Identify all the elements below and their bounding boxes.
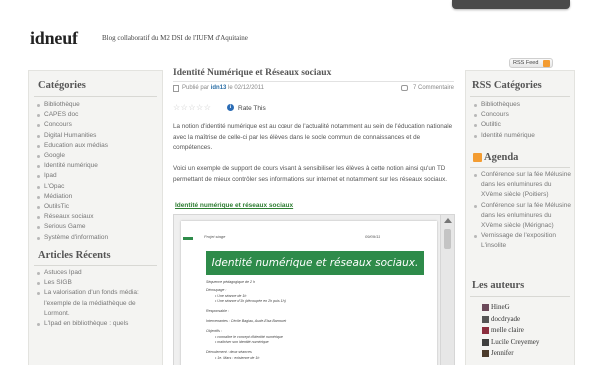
authors-list: HineG docdryade melle claire Lucile Crey…: [482, 302, 539, 360]
rss-feed-button[interactable]: RSS Feed: [509, 58, 554, 68]
post-meta: Publié par idn13 le 02/12/2011 7 Comment…: [173, 84, 454, 93]
document-icon: [173, 85, 179, 92]
viewer-scrollbar[interactable]: [440, 215, 454, 365]
agenda-item[interactable]: Conférence sur la fée Mélusine dans les …: [473, 201, 573, 232]
author-item[interactable]: Lucile Creyemey: [482, 337, 539, 349]
embedded-document-viewer[interactable]: Projet stage 09/09/11 Identité numérique…: [173, 214, 455, 365]
divider: [470, 167, 570, 168]
top-bar: [452, 0, 570, 9]
post-date: le 02/12/2011: [228, 85, 264, 91]
recent-article-item[interactable]: L'Ipad en bibliothèque : quels: [36, 319, 160, 329]
agenda-list: Conférence sur la fée Mélusine dans les …: [473, 170, 573, 252]
authors-heading: Les auteurs: [472, 280, 525, 291]
scroll-up-icon[interactable]: [444, 218, 452, 223]
page-header-date: 09/09/11: [365, 234, 381, 239]
rss-category-item[interactable]: Outiltic: [473, 120, 535, 130]
post-paragraph: La notion d'identité numérique est au cœ…: [173, 123, 453, 151]
author-item[interactable]: Jennifer: [482, 348, 539, 360]
page-text-line: • connaître le concept d'identité numéri…: [215, 335, 283, 339]
author-item[interactable]: melle claire: [482, 325, 539, 337]
avatar: [482, 327, 489, 334]
category-item[interactable]: Identité numérique: [36, 161, 108, 171]
page-text-line: • maîtriser son identité numérique: [215, 340, 269, 344]
page-text-line: • Une séance de 1h: [215, 294, 247, 298]
recent-article-item[interactable]: La valorisation d'un fonds média: l'exem…: [36, 288, 160, 319]
agenda-item[interactable]: Vernissage de l'exposition L'insolite: [473, 231, 573, 251]
divider: [34, 265, 157, 266]
divider: [173, 81, 454, 82]
divider: [34, 96, 157, 97]
rss-icon: [543, 60, 551, 67]
rss-category-item[interactable]: Identité numérique: [473, 131, 535, 141]
avatar: [482, 304, 489, 311]
page-text-line: Découpage :: [206, 288, 227, 292]
recent-article-item[interactable]: Les SIGB: [36, 278, 160, 288]
published-by-label: Publié par: [182, 85, 210, 91]
divider: [470, 296, 570, 297]
recent-articles-list: Astuces Ipad Les SIGB La valorisation d'…: [36, 268, 160, 329]
category-item[interactable]: OutilsTic: [36, 202, 108, 212]
post-paragraph: Voici un exemple de support de cours vis…: [173, 165, 448, 183]
scrollbar-thumb[interactable]: [444, 229, 451, 249]
category-item[interactable]: Système d'information: [36, 233, 108, 243]
rss-categories-list: Bibliothèques Concours Outiltic Identité…: [473, 100, 535, 141]
page-text-line: Responsable :: [206, 309, 229, 313]
page-text-line: • Une séance d'1h (découpée en 2h puis 1…: [215, 299, 286, 303]
avatar: [482, 350, 489, 357]
page-header-label: Projet stage: [204, 234, 226, 239]
category-item[interactable]: Concours: [36, 120, 108, 130]
page-text-line: Déroulement : deux séances: [206, 350, 252, 354]
category-item[interactable]: Ipad: [36, 171, 108, 181]
agenda-heading: Agenda: [484, 152, 519, 163]
page-text-line: Séquence pédagogique de 2 h: [206, 280, 255, 284]
categories-list: Bibliothèque CAPES doc Concours Digital …: [36, 100, 108, 243]
avatar: [482, 338, 489, 346]
rss-categories-heading: RSS Catégories: [472, 80, 542, 91]
agenda-item[interactable]: Conférence sur la fée Mélusine dans les …: [473, 170, 573, 201]
rss-feed-label: RSS Feed: [513, 60, 539, 66]
site-title[interactable]: idneuf: [30, 28, 78, 49]
rss-category-item[interactable]: Bibliothèques: [473, 100, 535, 110]
page-text-line: • 1e. Mars : existence de 1h: [215, 356, 260, 360]
category-item[interactable]: L'Opac: [36, 182, 108, 192]
rss-icon: [473, 153, 482, 162]
page-accent-bar: [183, 237, 193, 240]
post-title[interactable]: Identité Numérique et Réseaux sociaux: [173, 68, 331, 78]
site-description: Blog collaboratif du M2 DSI de l'IUFM d'…: [102, 34, 248, 42]
recent-articles-heading: Articles Récents: [38, 250, 111, 261]
comment-bubble-icon: [401, 85, 408, 91]
rating-stars[interactable]: ☆☆☆☆☆: [173, 103, 211, 112]
comments-link[interactable]: 7 Commentaire: [413, 84, 454, 93]
category-item[interactable]: Bibliothèque: [36, 100, 108, 110]
page-title-banner: Identité numérique et réseaux sociaux.: [206, 251, 424, 275]
page-text-line: Intervenantes : Cécile Bagiau, Aude-Elsa…: [206, 319, 287, 323]
category-item[interactable]: Médiation: [36, 192, 108, 202]
document-link[interactable]: Identité numérique et réseaux sociaux: [175, 202, 293, 209]
category-item[interactable]: Education aux médias: [36, 141, 108, 151]
avatar: [482, 315, 489, 323]
document-page: Projet stage 09/09/11 Identité numérique…: [181, 221, 437, 365]
rss-category-item[interactable]: Concours: [473, 110, 535, 120]
rate-this-label: Rate This: [238, 105, 266, 112]
recent-article-item[interactable]: Astuces Ipad: [36, 268, 160, 278]
divider: [470, 96, 570, 97]
categories-heading: Catégories: [38, 80, 86, 91]
post-author-link[interactable]: idn13: [211, 85, 227, 91]
category-item[interactable]: CAPES doc: [36, 110, 108, 120]
category-item[interactable]: Google: [36, 151, 108, 161]
category-item[interactable]: Digital Humanities: [36, 131, 108, 141]
author-item[interactable]: docdryade: [482, 314, 539, 326]
info-icon[interactable]: i: [227, 104, 234, 111]
page-text-line: Objectifs :: [206, 329, 222, 333]
category-item[interactable]: Réseaux sociaux: [36, 212, 108, 222]
category-item[interactable]: Serious Game: [36, 222, 108, 232]
author-item[interactable]: HineG: [482, 302, 539, 314]
